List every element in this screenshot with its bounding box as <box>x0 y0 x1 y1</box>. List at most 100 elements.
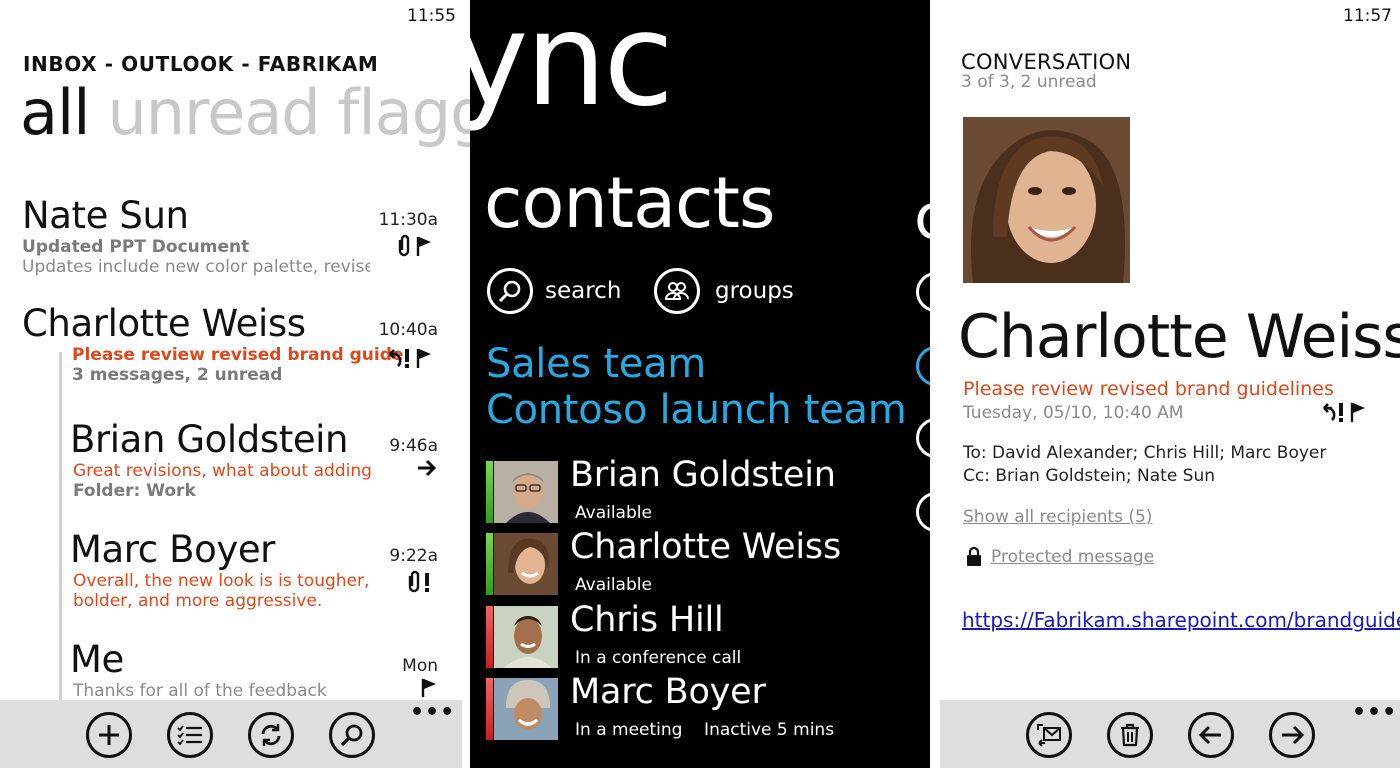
reply-important-flag-icons <box>384 346 438 375</box>
mail-item[interactable]: Charlotte Weiss 10:40a Please review rev… <box>22 302 438 394</box>
lock-icon <box>967 546 981 566</box>
mail-subject: Please review revised brand guide <box>72 345 404 365</box>
mail-item[interactable]: Marc Boyer 9:22a Overall, the new look i… <box>70 528 438 620</box>
group-sales-team[interactable]: Sales team <box>486 341 706 387</box>
more-options-button[interactable]: ••• <box>410 700 455 725</box>
contact-name: Chris Hill <box>570 600 724 640</box>
mail-item[interactable]: Brian Goldstein 9:46a Great revisions, w… <box>70 418 438 510</box>
mail-time: Mon <box>402 656 438 676</box>
pivot-all[interactable]: all <box>20 76 90 149</box>
flag-icon <box>420 678 438 698</box>
mail-item[interactable]: Me Mon Thanks for all of the feedback <box>70 638 438 698</box>
mail-sender: Charlotte Weiss <box>22 302 306 345</box>
mail-item[interactable]: Nate Sun 11:30a Updated PPT Document Upd… <box>22 194 438 286</box>
conversation-count: 3 of 3, 2 unread <box>961 72 1097 92</box>
section-title: contacts <box>484 162 775 244</box>
mail-time: 9:22a <box>389 546 438 566</box>
mail-time: 11:30a <box>378 210 438 230</box>
attachment-flag-icons <box>394 234 438 263</box>
presence-indicator <box>486 533 493 595</box>
reply-important-flag-icon <box>1323 403 1365 422</box>
sync-button[interactable] <box>248 712 294 758</box>
inbox-title: INBOX - OUTLOOK - FABRIKAM <box>23 52 379 76</box>
reply-important-flag-icon <box>389 349 431 368</box>
protected-message-link[interactable]: Protected message <box>991 547 1154 567</box>
contact-item[interactable]: Marc Boyer In a meeting Inactive 5 mins <box>486 672 926 742</box>
thread-indicator <box>59 352 62 712</box>
outlook-inbox-screen: 11:55 INBOX - OUTLOOK - FABRIKAM all unre… <box>0 0 470 768</box>
new-mail-button[interactable] <box>86 712 132 758</box>
message-date: Tuesday, 05/10, 10:40 AM <box>963 403 1184 423</box>
paperclip-important-icon <box>408 570 429 593</box>
mail-preview: 3 messages, 2 unread <box>72 365 283 385</box>
status-clock: 11:57 <box>1343 6 1392 26</box>
search-button[interactable] <box>487 268 533 314</box>
cc-recipients: Cc: Brian Goldstein; Nate Sun <box>963 466 1216 486</box>
delete-button[interactable] <box>1107 712 1153 758</box>
next-button[interactable] <box>1269 712 1315 758</box>
contact-avatar <box>494 678 558 740</box>
previous-button[interactable] <box>1188 712 1234 758</box>
show-all-recipients-link[interactable]: Show all recipients (5) <box>963 507 1152 527</box>
contact-status: In a meeting Inactive 5 mins <box>575 720 835 740</box>
to-recipients: To: David Alexander; Chris Hill; Marc Bo… <box>963 443 1327 463</box>
paperclip-flag-icon <box>398 234 431 257</box>
mail-preview: bolder, and more aggressive. <box>73 591 323 611</box>
mail-subject: Great revisions, what about adding s <box>73 461 372 481</box>
group-contoso-launch-team[interactable]: Contoso launch team <box>486 387 907 433</box>
search-button[interactable] <box>329 712 375 758</box>
contact-status: Available <box>575 503 652 523</box>
contact-name: Brian Goldstein <box>570 455 836 495</box>
presence-indicator <box>486 678 493 740</box>
contact-avatar <box>494 533 558 595</box>
contact-item[interactable]: Brian Goldstein Available <box>486 455 926 525</box>
contact-avatar <box>494 461 558 523</box>
contact-name: Charlotte Weiss <box>570 527 841 567</box>
select-button[interactable] <box>167 712 213 758</box>
mail-preview: Updates include new color palette, revis… <box>22 257 370 277</box>
mail-sender: Me <box>70 638 124 681</box>
mail-preview: Folder: Work <box>73 481 196 501</box>
reply-envelope-icon <box>1037 724 1061 747</box>
contact-name: Marc Boyer <box>570 672 766 712</box>
arrow-left-icon <box>1198 725 1221 745</box>
mail-sender: Brian Goldstein <box>70 418 349 461</box>
more-options-button[interactable]: ••• <box>1352 700 1397 725</box>
message-subject: Please review revised brand guidelines <box>963 378 1334 400</box>
contact-avatar <box>494 606 558 668</box>
attachment-important-icons <box>404 570 438 599</box>
mail-sender: Nate Sun <box>22 194 189 237</box>
respond-button[interactable] <box>1026 712 1072 758</box>
app-bar: ••• <box>0 700 462 768</box>
mail-time: 9:46a <box>389 436 438 456</box>
pivot-flagged[interactable]: flagg <box>338 76 470 149</box>
mail-sender: Marc Boyer <box>70 528 275 571</box>
forward-icon <box>416 458 438 483</box>
peek-button <box>916 272 930 312</box>
page-title: CONVERSATION <box>961 50 1132 74</box>
trash-icon <box>1121 723 1139 747</box>
pivot-unread[interactable]: unread <box>107 76 320 149</box>
groups-button[interactable] <box>654 268 700 314</box>
lync-contacts-screen: lync contacts c search groups Sales team… <box>470 0 930 768</box>
peek-button <box>916 346 930 386</box>
presence-indicator <box>486 606 493 668</box>
checklist-icon <box>177 725 202 746</box>
groups-label[interactable]: groups <box>715 278 794 304</box>
mail-preview: Thanks for all of the feedback <box>73 681 327 698</box>
contact-item[interactable]: Charlotte Weiss Available <box>486 527 926 597</box>
arrow-right-icon <box>1282 725 1305 745</box>
brand-guide-link[interactable]: https://Fabrikam.sharepoint.com/brandgui… <box>962 608 1400 632</box>
groups-icon <box>664 282 689 300</box>
plus-icon <box>99 725 119 745</box>
contact-status: In a conference call <box>575 648 742 668</box>
search-label[interactable]: search <box>545 278 621 304</box>
next-pivot-peek: c <box>914 180 930 253</box>
mail-subject: Updated PPT Document <box>22 237 250 257</box>
mail-time: 10:40a <box>378 320 438 340</box>
status-clock: 11:55 <box>407 6 456 26</box>
conversation-screen: 11:57 CONVERSATION 3 of 3, 2 unread Char… <box>930 0 1400 768</box>
contact-item[interactable]: Chris Hill In a conference call <box>486 600 926 670</box>
search-icon <box>340 724 363 747</box>
search-icon <box>498 280 521 303</box>
